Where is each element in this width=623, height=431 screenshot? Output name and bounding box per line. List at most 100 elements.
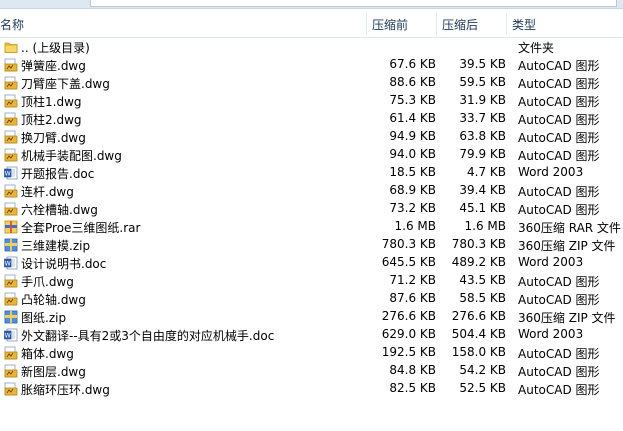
file-name: 换刀臂.dwg (21, 131, 86, 145)
file-size: 68.9 KB (389, 183, 436, 197)
file-name: 顶柱1.dwg (21, 95, 82, 109)
svg-text:W: W (5, 171, 11, 178)
word-file-icon: W (4, 328, 18, 342)
file-type: AutoCAD 图形 (518, 77, 600, 91)
column-header-compressed[interactable]: 压缩后 (442, 16, 478, 33)
file-size: 84.8 KB (389, 363, 436, 377)
zip-file-icon (4, 310, 18, 324)
file-row[interactable]: 图纸.zip 276.6 KB 276.6 KB 360压缩 ZIP 文件 (0, 308, 623, 326)
file-compressed-size: 58.5 KB (459, 291, 506, 305)
dwg-file-icon (4, 94, 18, 108)
column-divider[interactable] (366, 13, 367, 35)
dwg-file-icon (4, 346, 18, 360)
file-compressed-size: 1.6 MB (464, 219, 506, 233)
file-type: AutoCAD 图形 (518, 383, 600, 397)
column-header-name[interactable]: 名称 (0, 16, 24, 33)
file-row[interactable]: W 设计说明书.doc 645.5 KB 489.2 KB Word 2003 (0, 254, 623, 272)
file-compressed-size: 54.2 KB (459, 363, 506, 377)
file-row[interactable]: 刀臂座下盖.dwg 88.6 KB 59.5 KB AutoCAD 图形 (0, 74, 623, 92)
file-size: 192.5 KB (381, 345, 436, 359)
file-compressed-size: 79.9 KB (459, 147, 506, 161)
file-compressed-size: 63.8 KB (459, 129, 506, 143)
file-name: 手爪.dwg (21, 275, 74, 289)
column-header-size[interactable]: 压缩前 (372, 16, 408, 33)
file-size: 87.6 KB (389, 291, 436, 305)
file-size: 1.6 MB (394, 219, 436, 233)
file-row[interactable]: 机械手装配图.dwg 94.0 KB 79.9 KB AutoCAD 图形 (0, 146, 623, 164)
file-type: AutoCAD 图形 (518, 185, 600, 199)
file-row[interactable]: 手爪.dwg 71.2 KB 43.5 KB AutoCAD 图形 (0, 272, 623, 290)
file-type: AutoCAD 图形 (518, 203, 600, 217)
file-row[interactable]: 凸轮轴.dwg 87.6 KB 58.5 KB AutoCAD 图形 (0, 290, 623, 308)
file-row[interactable]: 全套Proe三维图纸.rar 1.6 MB 1.6 MB 360压缩 RAR 文件 (0, 218, 623, 236)
file-type: Word 2003 (518, 327, 584, 341)
address-field[interactable] (90, 0, 617, 7)
file-type: AutoCAD 图形 (518, 347, 600, 361)
file-type: 360压缩 ZIP 文件 (518, 311, 616, 325)
file-row[interactable]: .. (上级目录) 文件夹 (0, 38, 623, 56)
file-type: AutoCAD 图形 (518, 275, 600, 289)
address-bar-strip (0, 0, 623, 9)
file-name: 设计说明书.doc (21, 257, 107, 271)
file-compressed-size: 33.7 KB (459, 111, 506, 125)
file-name: 顶柱2.dwg (21, 113, 82, 127)
file-size: 276.6 KB (381, 309, 436, 323)
file-size: 61.4 KB (389, 111, 436, 125)
file-row[interactable]: 新图层.dwg 84.8 KB 54.2 KB AutoCAD 图形 (0, 362, 623, 380)
zip-file-icon (4, 238, 18, 252)
file-row[interactable]: 三维建模.zip 780.3 KB 780.3 KB 360压缩 ZIP 文件 (0, 236, 623, 254)
file-compressed-size: 39.4 KB (459, 183, 506, 197)
file-name: 凸轮轴.dwg (21, 293, 86, 307)
dwg-file-icon (4, 274, 18, 288)
file-type: 文件夹 (518, 41, 555, 55)
dwg-file-icon (4, 148, 18, 162)
file-row[interactable]: 箱体.dwg 192.5 KB 158.0 KB AutoCAD 图形 (0, 344, 623, 362)
file-name: 三维建模.zip (21, 239, 91, 253)
dwg-file-icon (4, 364, 18, 378)
file-row[interactable]: 顶柱2.dwg 61.4 KB 33.7 KB AutoCAD 图形 (0, 110, 623, 128)
word-file-icon: W (4, 166, 18, 180)
file-name: 机械手装配图.dwg (21, 149, 122, 163)
file-name: 开题报告.doc (21, 167, 95, 181)
file-type: AutoCAD 图形 (518, 131, 600, 145)
file-type: AutoCAD 图形 (518, 113, 600, 127)
file-type: AutoCAD 图形 (518, 59, 600, 73)
file-type: AutoCAD 图形 (518, 149, 600, 163)
file-row[interactable]: 连杆.dwg 68.9 KB 39.4 KB AutoCAD 图形 (0, 182, 623, 200)
file-name: 新图层.dwg (21, 365, 86, 379)
word-file-icon: W (4, 256, 18, 270)
file-type: Word 2003 (518, 255, 584, 269)
file-row[interactable]: W 外文翻译--具有2或3个自由度的对应机械手.doc 629.0 KB 504.4 … (0, 326, 623, 344)
file-compressed-size: 504.4 KB (451, 327, 506, 341)
file-name: 胀缩环压环.dwg (21, 383, 110, 397)
dwg-file-icon (4, 76, 18, 90)
file-size: 18.5 KB (389, 165, 436, 179)
file-compressed-size: 158.0 KB (451, 345, 506, 359)
file-size: 73.2 KB (389, 201, 436, 215)
file-name: 连杆.dwg (21, 185, 74, 199)
file-row[interactable]: 弹簧座.dwg 67.6 KB 39.5 KB AutoCAD 图形 (0, 56, 623, 74)
file-name: 刀臂座下盖.dwg (21, 77, 110, 91)
file-compressed-size: 59.5 KB (459, 75, 506, 89)
file-type: AutoCAD 图形 (518, 95, 600, 109)
file-row[interactable]: 顶柱1.dwg 75.3 KB 31.9 KB AutoCAD 图形 (0, 92, 623, 110)
file-compressed-size: 489.2 KB (451, 255, 506, 269)
svg-text:W: W (5, 261, 11, 268)
file-row[interactable]: W 开题报告.doc 18.5 KB 4.7 KB Word 2003 (0, 164, 623, 182)
column-divider[interactable] (506, 13, 507, 35)
dwg-file-icon (4, 184, 18, 198)
file-row[interactable]: 胀缩环压环.dwg 82.5 KB 52.5 KB AutoCAD 图形 (0, 380, 623, 398)
column-header-type[interactable]: 类型 (512, 16, 536, 33)
column-divider[interactable] (436, 13, 437, 35)
file-size: 645.5 KB (381, 255, 436, 269)
file-list: .. (上级目录) 文件夹 弹簧座.dwg 67.6 KB 39.5 KB AutoCAD… (0, 38, 623, 398)
file-name: 外文翻译--具有2或3个自由度的对应机械手.doc (21, 329, 275, 343)
file-row[interactable]: 六栓槽轴.dwg 73.2 KB 45.1 KB AutoCAD 图形 (0, 200, 623, 218)
dwg-file-icon (4, 382, 18, 396)
file-type: 360压缩 RAR 文件 (518, 221, 621, 235)
file-size: 629.0 KB (381, 327, 436, 341)
file-name: 全套Proe三维图纸.rar (21, 221, 141, 235)
file-row[interactable]: 换刀臂.dwg 94.9 KB 63.8 KB AutoCAD 图形 (0, 128, 623, 146)
file-compressed-size: 780.3 KB (451, 237, 506, 251)
rar-file-icon (4, 220, 18, 234)
